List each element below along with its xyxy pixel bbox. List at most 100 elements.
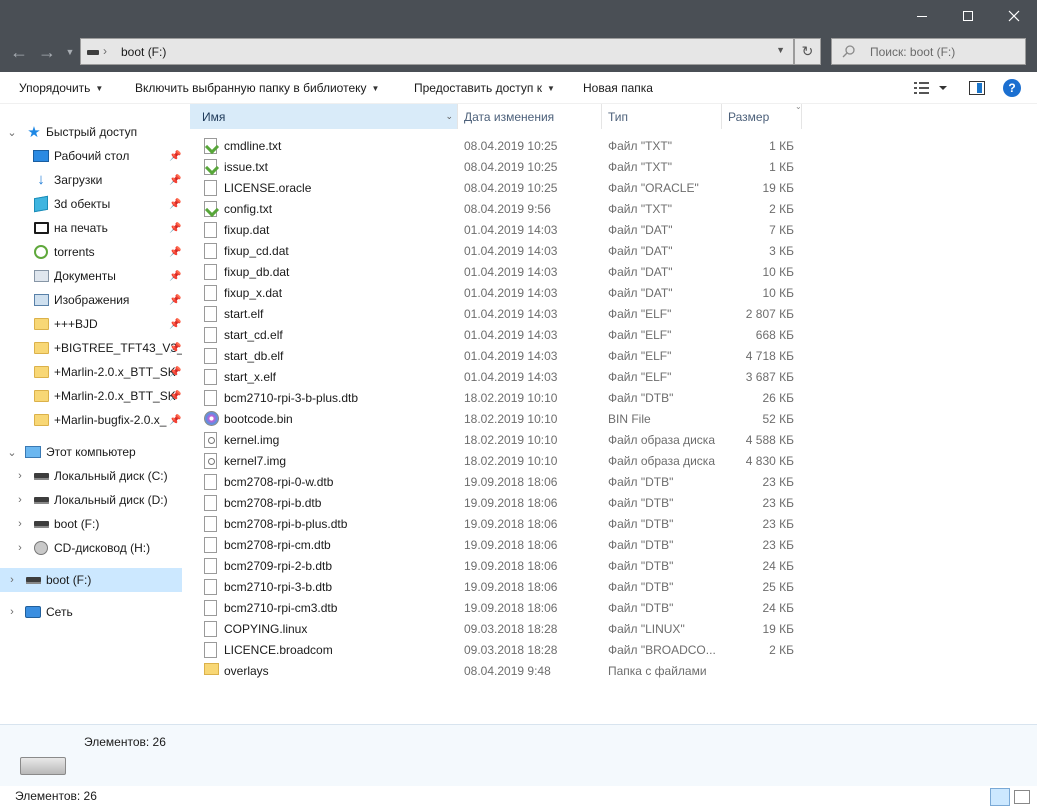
pin-icon: 📌 [169, 222, 182, 234]
file-row[interactable]: bcm2708-rpi-0-w.dtb 19.09.2018 18:06 Файл … [200, 471, 800, 492]
include-in-library-menu[interactable]: Включить выбранную папку в библиотеку ▼ [135, 81, 379, 95]
nav-item-documents[interactable]: Документы 📌 [0, 264, 182, 288]
column-header-type[interactable]: Тип [602, 104, 722, 129]
file-icon [204, 494, 217, 511]
nav-item-3d-objects[interactable]: 3d обекты 📌 [0, 192, 182, 216]
back-button[interactable]: ← [8, 41, 30, 63]
organize-label: Упорядочить [19, 81, 91, 95]
details-view-toggle[interactable] [990, 788, 1010, 806]
close-icon [1008, 10, 1020, 22]
chevron-right-icon[interactable]: › [15, 542, 25, 554]
breadcrumb-chevron-icon[interactable]: › [103, 44, 107, 58]
column-header-date[interactable]: ⌄ Дата изменения [458, 102, 802, 129]
nav-drive-d[interactable]: › Локальный диск (D:) [0, 488, 182, 512]
nav-quick-access[interactable]: ⌄ ★ Быстрый доступ [0, 120, 182, 144]
chevron-down-icon[interactable]: ⌄ [7, 126, 17, 139]
chevron-right-icon[interactable]: › [7, 574, 17, 586]
nav-item-folder[interactable]: +BIGTREE_TFT43_V3_( 📌 [0, 336, 182, 360]
organize-menu[interactable]: Упорядочить ▼ [19, 81, 103, 95]
nav-item-pictures[interactable]: Изображения 📌 [0, 288, 182, 312]
chevron-right-icon[interactable]: › [15, 518, 25, 530]
folder-icon [204, 662, 219, 675]
file-row[interactable]: issue.txt 08.04.2019 10:25 Файл "TXT" 1 КБ [200, 156, 800, 177]
file-row[interactable]: start_x.elf 01.04.2019 14:03 Файл "ELF" 3 6… [200, 366, 800, 387]
maximize-button[interactable] [945, 0, 991, 32]
nav-item-desktop[interactable]: Рабочий стол 📌 [0, 144, 182, 168]
file-row[interactable]: start_db.elf 01.04.2019 14:03 Файл "ELF" 4 … [200, 345, 800, 366]
chevron-down-icon[interactable]: ⌄ [7, 446, 17, 459]
nav-item-torrents[interactable]: torrents 📌 [0, 240, 182, 264]
arrow-left-icon: ← [10, 41, 28, 62]
nav-item-folder[interactable]: +Marlin-bugfix-2.0.x_ 📌 [0, 408, 182, 432]
file-row[interactable]: start.elf 01.04.2019 14:03 Файл "ELF" 2 807… [200, 303, 800, 324]
file-row[interactable]: config.txt 08.04.2019 9:56 Файл "TXT" 2 КБ [200, 198, 800, 219]
chevron-right-icon[interactable]: › [7, 606, 17, 618]
close-button[interactable] [991, 0, 1037, 32]
nav-drive-h[interactable]: › CD-дисковод (H:) [0, 536, 182, 560]
address-bar[interactable]: › boot (F:) ▼ [80, 38, 794, 65]
nav-item-folder[interactable]: +Marlin-2.0.x_BTT_SK 📌 [0, 384, 182, 408]
file-row[interactable]: fixup_cd.dat 01.04.2019 14:03 Файл "DAT" 3 … [200, 240, 800, 261]
share-with-menu[interactable]: Предоставить доступ к ▼ [414, 81, 555, 95]
file-row[interactable]: kernel.img 18.02.2019 10:10 Файл образа ди… [200, 429, 800, 450]
nav-item-boot-selected[interactable]: › boot (F:) [0, 568, 182, 592]
minimize-button[interactable] [899, 0, 945, 32]
nav-item-downloads[interactable]: ↓ Загрузки 📌 [0, 168, 182, 192]
nav-label: Изображения [54, 293, 130, 307]
nav-item-folder[interactable]: +Marlin-2.0.x_BTT_SK 📌 [0, 360, 182, 384]
nav-drive-f[interactable]: › boot (F:) [0, 512, 182, 536]
chevron-down-icon[interactable]: ⌄ [445, 111, 453, 122]
file-row[interactable]: fixup.dat 01.04.2019 14:03 Файл "DAT" 7 КБ [200, 219, 800, 240]
file-size: 24 КБ [762, 600, 794, 615]
change-view-button[interactable] [913, 81, 953, 95]
nav-this-pc[interactable]: ⌄ Этот компьютер [0, 440, 182, 464]
file-row[interactable]: overlays 08.04.2019 9:48 Папка с файлами [200, 660, 800, 681]
file-date: 01.04.2019 14:03 [464, 369, 558, 384]
file-date: 19.09.2018 18:06 [464, 537, 558, 552]
column-header-name[interactable]: Имя ⌄ [190, 104, 458, 129]
preview-pane-button[interactable] [969, 81, 985, 95]
pin-icon: 📌 [169, 198, 182, 210]
column-header-size[interactable]: Размер [722, 104, 802, 129]
file-name: fixup_cd.dat [224, 243, 289, 258]
chevron-right-icon[interactable]: › [15, 494, 25, 506]
file-row[interactable]: cmdline.txt 08.04.2019 10:25 Файл "TXT" 1 К… [200, 135, 800, 156]
drive-icon [87, 50, 99, 55]
search-input[interactable]: Поиск: boot (F:) [831, 38, 1026, 65]
file-row[interactable]: bcm2710-rpi-cm3.dtb 19.09.2018 18:06 Файл … [200, 597, 800, 618]
breadcrumb-current[interactable]: boot (F:) [121, 45, 166, 59]
help-button[interactable]: ? [1003, 79, 1021, 97]
refresh-button[interactable]: ↻ [794, 38, 821, 65]
address-history-dropdown-icon[interactable]: ▼ [776, 45, 785, 55]
download-icon: ↓ [37, 171, 45, 188]
nav-item-print[interactable]: на печать 📌 [0, 216, 182, 240]
file-row[interactable]: kernel7.img 18.02.2019 10:10 Файл образа д… [200, 450, 800, 471]
file-size: 2 КБ [769, 201, 794, 216]
file-type: Файл "DAT" [608, 222, 673, 237]
forward-button[interactable]: → [36, 41, 58, 63]
file-row[interactable]: LICENSE.oracle 08.04.2019 10:25 Файл "ORAC… [200, 177, 800, 198]
file-row[interactable]: fixup_db.dat 01.04.2019 14:03 Файл "DAT" 10… [200, 261, 800, 282]
file-row[interactable]: COPYING.linux 09.03.2018 18:28 Файл "LINUX… [200, 618, 800, 639]
file-row[interactable]: bcm2710-rpi-3-b.dtb 19.09.2018 18:06 Файл … [200, 576, 800, 597]
chevron-right-icon[interactable]: › [15, 470, 25, 482]
large-icons-view-toggle[interactable] [1014, 790, 1030, 804]
new-folder-button[interactable]: Новая папка [583, 81, 653, 95]
nav-network[interactable]: › Сеть [0, 600, 182, 624]
file-row[interactable]: start_cd.elf 01.04.2019 14:03 Файл "ELF" 66… [200, 324, 800, 345]
file-row[interactable]: bcm2710-rpi-3-b-plus.dtb 18.02.2019 10:10… [200, 387, 800, 408]
file-row[interactable]: LICENCE.broadcom 09.03.2018 18:28 Файл "BR… [200, 639, 800, 660]
file-row[interactable]: bcm2709-rpi-2-b.dtb 19.09.2018 18:06 Файл … [200, 555, 800, 576]
nav-drive-c[interactable]: › Локальный диск (C:) [0, 464, 182, 488]
file-row[interactable]: bcm2708-rpi-b-plus.dtb 19.09.2018 18:06 Фа… [200, 513, 800, 534]
nav-item-folder[interactable]: +++BJD 📌 [0, 312, 182, 336]
recent-locations-button[interactable]: ▼ [64, 41, 76, 63]
file-row[interactable]: fixup_x.dat 01.04.2019 14:03 Файл "DAT" 10 … [200, 282, 800, 303]
file-name: COPYING.linux [224, 621, 308, 636]
nav-label: +Marlin-2.0.x_BTT_SK [54, 389, 176, 403]
file-size: 4 588 КБ [745, 432, 794, 447]
nav-label: boot (F:) [54, 517, 100, 531]
file-row[interactable]: bootcode.bin 18.02.2019 10:10 BIN File 52 К… [200, 408, 800, 429]
file-row[interactable]: bcm2708-rpi-cm.dtb 19.09.2018 18:06 Файл "… [200, 534, 800, 555]
file-row[interactable]: bcm2708-rpi-b.dtb 19.09.2018 18:06 Файл "D… [200, 492, 800, 513]
